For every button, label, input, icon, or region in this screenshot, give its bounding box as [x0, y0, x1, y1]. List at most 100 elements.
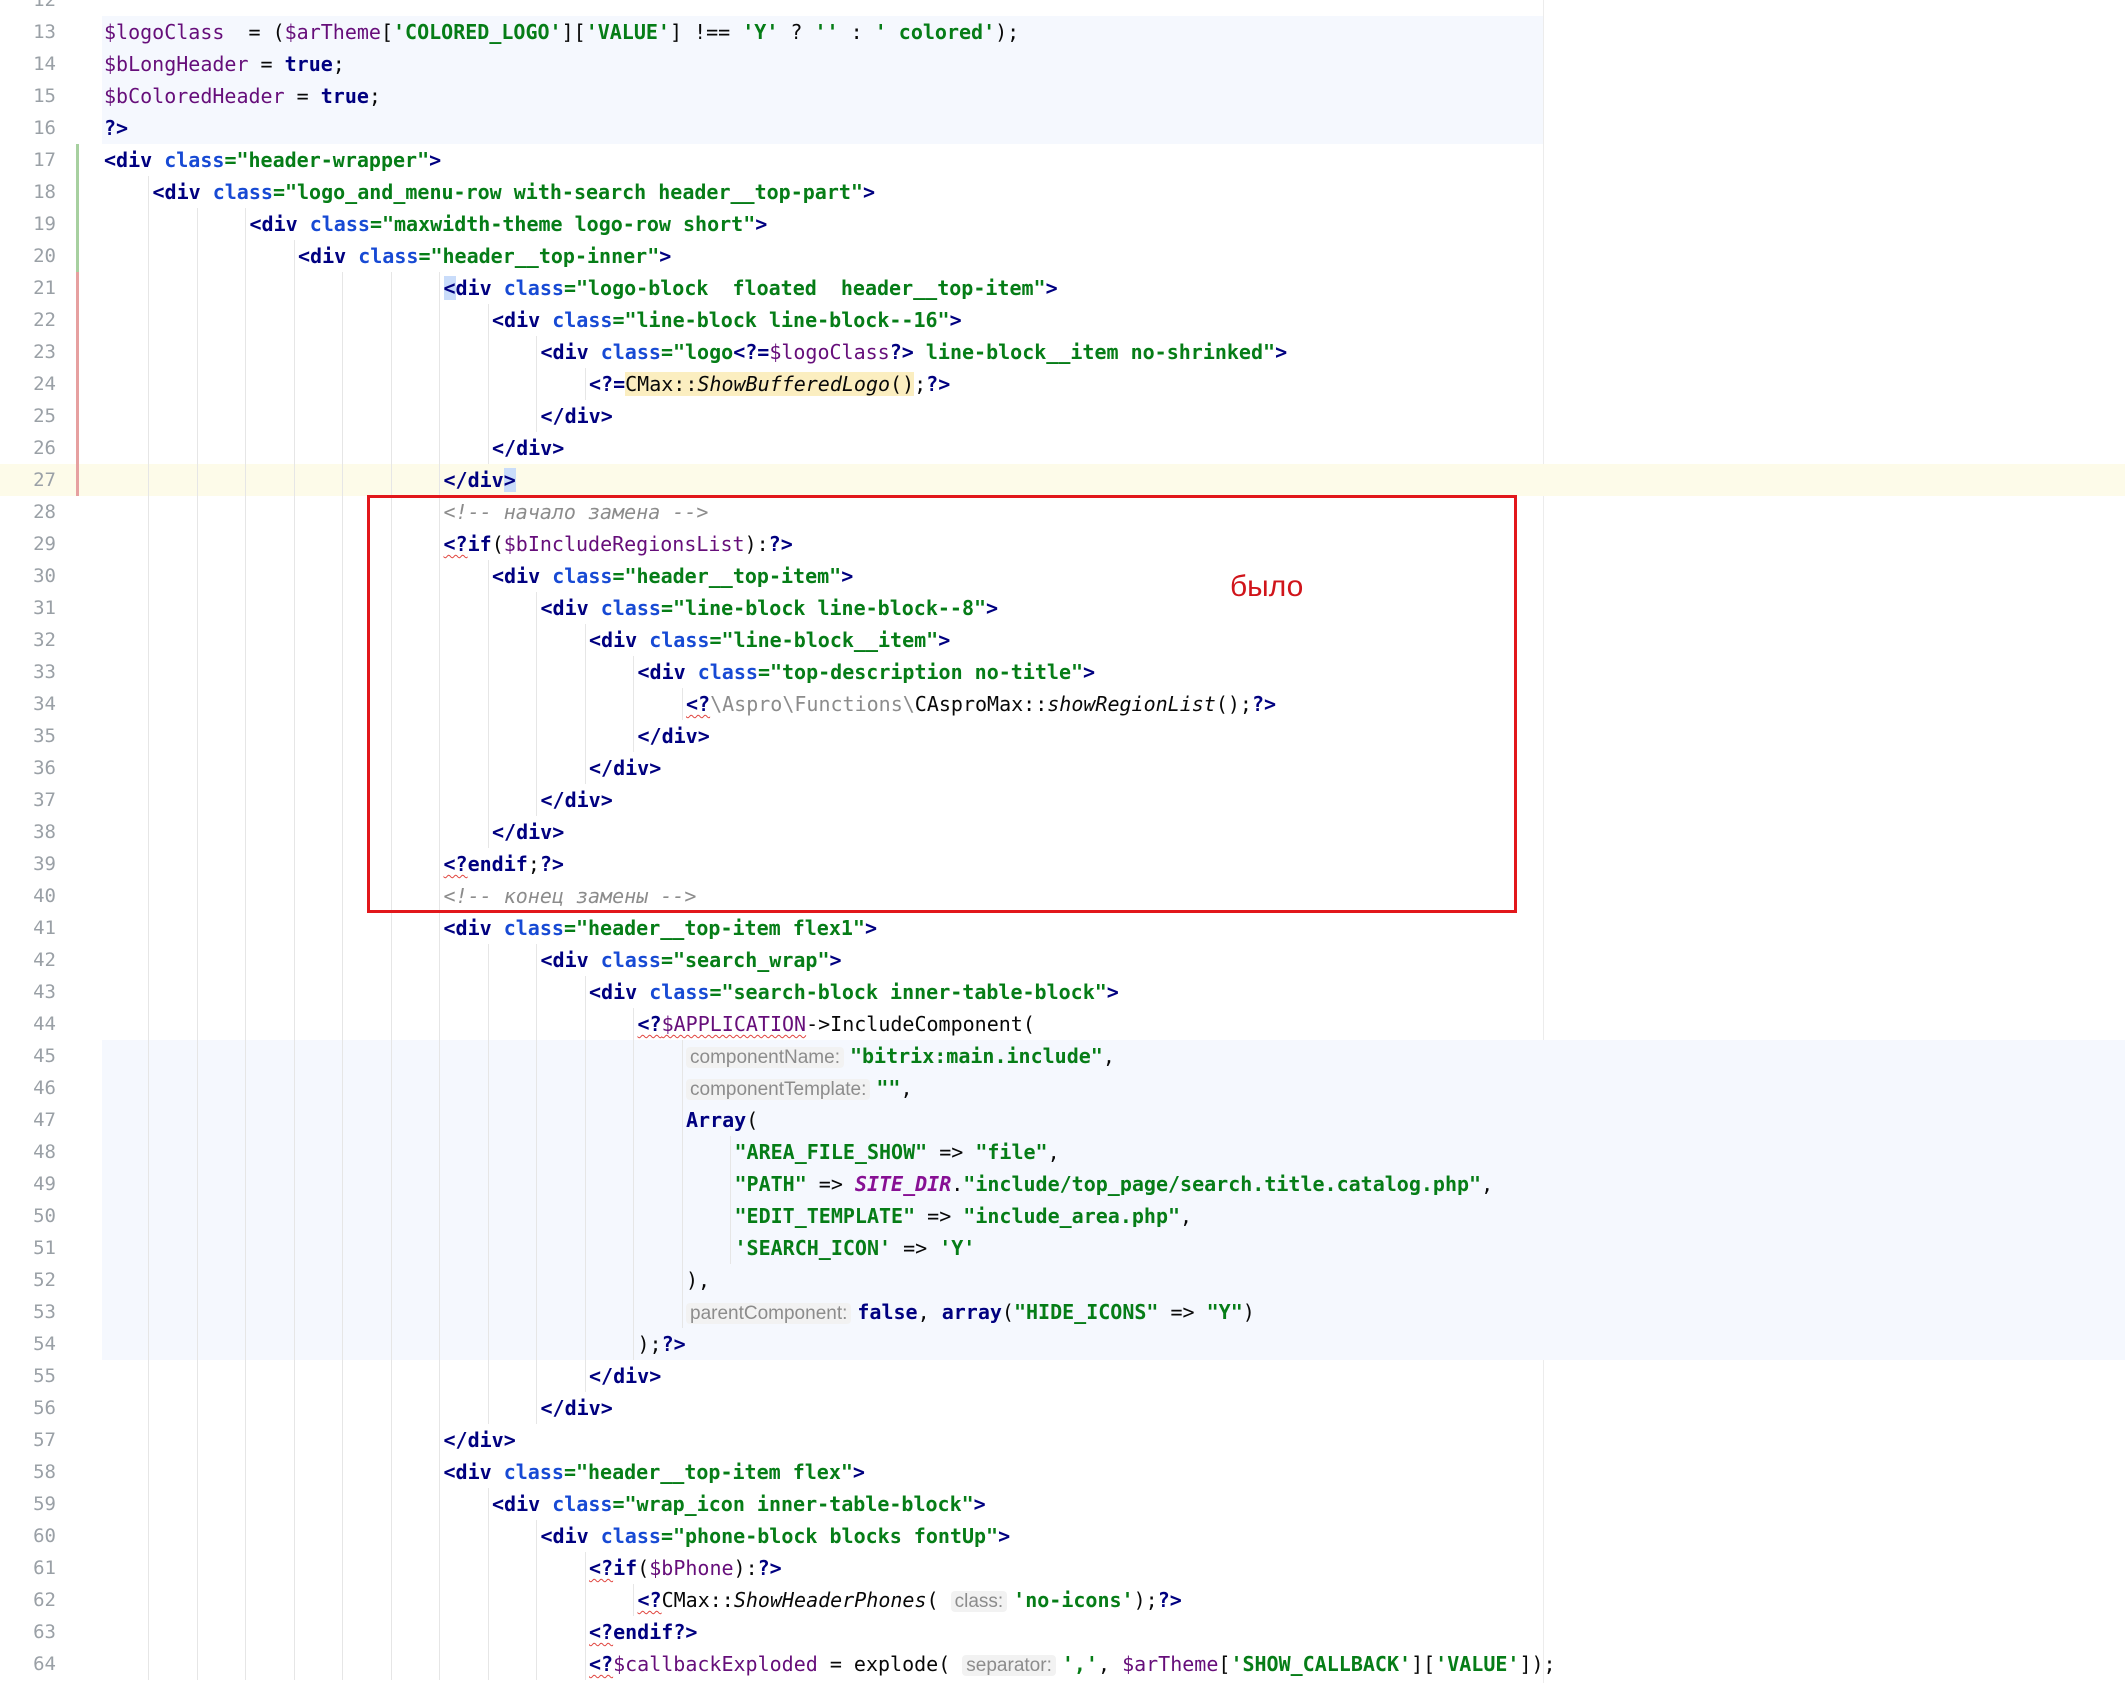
code-line[interactable]: 63 <?endif?> [0, 1616, 2125, 1648]
code-text[interactable]: Array( [686, 1104, 758, 1136]
code-text[interactable]: <?CMax::ShowHeaderPhones( class:'no-icon… [638, 1584, 1182, 1616]
code-line[interactable]: 64 <?$callbackExploded = explode( separat… [0, 1648, 2125, 1680]
code-text[interactable]: <div class="header__top-item flex1"> [444, 912, 878, 944]
line-number[interactable]: 64 [0, 1648, 56, 1680]
vcs-change-marker[interactable] [76, 304, 79, 336]
code-line[interactable]: 52), [0, 1264, 2125, 1296]
code-line[interactable]: 13 $logoClass = ($arTheme['COLORED_LOGO']… [0, 16, 2125, 48]
line-number[interactable]: 16 [0, 112, 56, 144]
line-number[interactable]: 29 [0, 528, 56, 560]
line-number[interactable]: 20 [0, 240, 56, 272]
code-line[interactable]: 47 Array( [0, 1104, 2125, 1136]
code-text[interactable]: <?$callbackExploded = explode( separator… [589, 1648, 1556, 1680]
line-number[interactable]: 61 [0, 1552, 56, 1584]
line-number[interactable]: 24 [0, 368, 56, 400]
code-line[interactable]: 42 <div class="search_wrap"> [0, 944, 2125, 976]
line-number[interactable]: 32 [0, 624, 56, 656]
line-number[interactable]: 60 [0, 1520, 56, 1552]
code-line[interactable]: 44 <?$APPLICATION->IncludeComponent( [0, 1008, 2125, 1040]
line-number[interactable]: 31 [0, 592, 56, 624]
line-number[interactable]: 21 [0, 272, 56, 304]
line-number[interactable]: 27 [0, 464, 56, 496]
line-number[interactable]: 17 [0, 144, 56, 176]
line-number[interactable]: 49 [0, 1168, 56, 1200]
line-number[interactable]: 47 [0, 1104, 56, 1136]
line-number[interactable]: 37 [0, 784, 56, 816]
code-editor[interactable]: 12 13 $logoClass = ($arTheme['COLORED_LOGO… [0, 0, 2125, 1683]
vcs-change-marker[interactable] [76, 144, 79, 176]
line-number[interactable]: 18 [0, 176, 56, 208]
code-text[interactable]: <div class="search-block inner-table-blo… [589, 976, 1119, 1008]
code-text[interactable]: $bLongHeader = true; [104, 48, 345, 80]
line-number[interactable]: 63 [0, 1616, 56, 1648]
vcs-change-marker[interactable] [76, 400, 79, 432]
code-line[interactable]: 19 <div class="maxwidth-theme logo-row sh… [0, 208, 2125, 240]
code-line[interactable]: 12 [0, 0, 2125, 16]
line-number[interactable]: 59 [0, 1488, 56, 1520]
line-number[interactable]: 52 [0, 1264, 56, 1296]
code-line[interactable]: 58 <div class="header__top-item flex"> [0, 1456, 2125, 1488]
line-number[interactable]: 53 [0, 1296, 56, 1328]
code-text[interactable]: <div class="logo_and_menu-row with-searc… [153, 176, 876, 208]
code-text[interactable]: <?=CMax::ShowBufferedLogo();?> [589, 368, 950, 400]
code-line[interactable]: 17 <div class="header-wrapper"> [0, 144, 2125, 176]
code-text[interactable]: componentTemplate: "", [686, 1072, 913, 1104]
code-text[interactable]: </div> [444, 464, 516, 496]
code-line[interactable]: 50 "EDIT_TEMPLATE" => "include_area.php", [0, 1200, 2125, 1232]
line-number[interactable]: 55 [0, 1360, 56, 1392]
line-number[interactable]: 33 [0, 656, 56, 688]
code-line[interactable]: 57 </div> [0, 1424, 2125, 1456]
line-number[interactable]: 19 [0, 208, 56, 240]
code-line[interactable]: 27 </div> [0, 464, 2125, 496]
line-number[interactable]: 12 [0, 0, 56, 16]
line-number[interactable]: 39 [0, 848, 56, 880]
code-text[interactable]: ?> [104, 112, 128, 144]
code-line[interactable]: 62 <?CMax::ShowHeaderPhones( class:'no-ic… [0, 1584, 2125, 1616]
vcs-change-marker[interactable] [76, 368, 79, 400]
vcs-change-marker[interactable] [76, 272, 79, 304]
vcs-change-marker[interactable] [76, 176, 79, 208]
line-number[interactable]: 48 [0, 1136, 56, 1168]
code-line[interactable]: 24 <?=CMax::ShowBufferedLogo();?> [0, 368, 2125, 400]
code-line[interactable]: 45 componentName: "bitrix:main.include", [0, 1040, 2125, 1072]
code-line[interactable]: 56 </div> [0, 1392, 2125, 1424]
line-number[interactable]: 22 [0, 304, 56, 336]
line-number[interactable]: 40 [0, 880, 56, 912]
line-number[interactable]: 36 [0, 752, 56, 784]
line-number[interactable]: 34 [0, 688, 56, 720]
line-number[interactable]: 45 [0, 1040, 56, 1072]
code-text[interactable]: </div> [589, 1360, 661, 1392]
code-line[interactable]: 20 <div class="header__top-inner"> [0, 240, 2125, 272]
line-number[interactable]: 58 [0, 1456, 56, 1488]
code-text[interactable]: $bColoredHeader = true; [104, 80, 381, 112]
line-number[interactable]: 14 [0, 48, 56, 80]
line-number[interactable]: 46 [0, 1072, 56, 1104]
code-line[interactable]: 14 $bLongHeader = true; [0, 48, 2125, 80]
code-text[interactable]: );?> [638, 1328, 686, 1360]
code-text[interactable]: <div class="header__top-item flex"> [444, 1456, 865, 1488]
code-line[interactable]: 26 </div> [0, 432, 2125, 464]
code-text[interactable]: parentComponent: false, array("HIDE_ICONS… [686, 1296, 1255, 1328]
line-number[interactable]: 44 [0, 1008, 56, 1040]
code-line[interactable]: 15 $bColoredHeader = true; [0, 80, 2125, 112]
line-number[interactable]: 13 [0, 16, 56, 48]
code-line[interactable]: 59 <div class="wrap_icon inner-table-bloc… [0, 1488, 2125, 1520]
code-line[interactable]: 41 <div class="header__top-item flex1"> [0, 912, 2125, 944]
code-text[interactable]: <div class="search_wrap"> [541, 944, 842, 976]
code-line[interactable]: 49 "PATH" => SITE_DIR."include/top_page/s… [0, 1168, 2125, 1200]
code-line[interactable]: 61 <?if($bPhone):?> [0, 1552, 2125, 1584]
code-text[interactable]: "AREA_FILE_SHOW" => "file", [735, 1136, 1060, 1168]
vcs-change-marker[interactable] [76, 240, 79, 272]
code-text[interactable]: $logoClass = ($arTheme['COLORED_LOGO']['… [104, 16, 1019, 48]
code-text[interactable]: <div class="line-block line-block--16"> [492, 304, 962, 336]
line-number[interactable]: 25 [0, 400, 56, 432]
code-text[interactable]: <div class="header__top-inner"> [298, 240, 671, 272]
code-text[interactable]: </div> [444, 1424, 516, 1456]
line-number[interactable]: 50 [0, 1200, 56, 1232]
code-line[interactable]: 48 "AREA_FILE_SHOW" => "file", [0, 1136, 2125, 1168]
code-text[interactable]: componentName: "bitrix:main.include", [686, 1040, 1115, 1072]
vcs-change-marker[interactable] [76, 336, 79, 368]
code-line[interactable]: 43 <div class="search-block inner-table-b… [0, 976, 2125, 1008]
vcs-change-marker[interactable] [76, 464, 79, 496]
code-text[interactable]: </div> [541, 1392, 613, 1424]
